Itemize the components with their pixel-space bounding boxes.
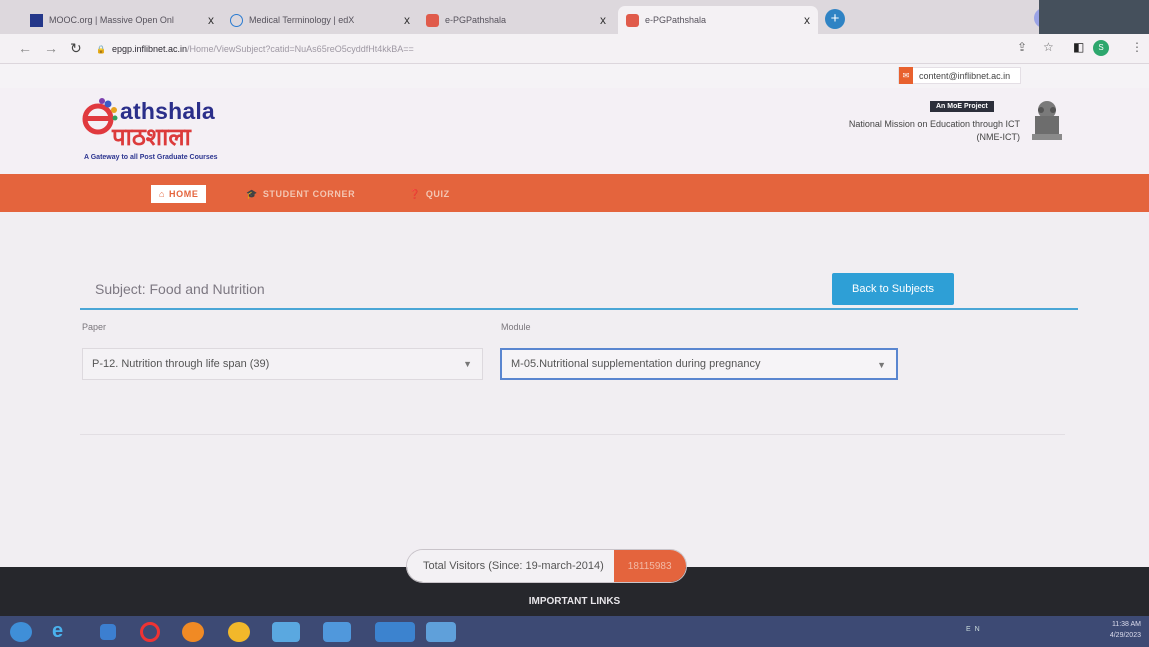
chrome-active-icon[interactable] <box>375 622 415 642</box>
epgpathshala-logo[interactable]: athshala पाठशाला A Gateway to all Post G… <box>82 94 282 174</box>
back-to-subjects-button[interactable]: Back to Subjects <box>832 273 954 305</box>
tab-epgp-1[interactable]: e-PGPathshala x <box>418 6 614 34</box>
star-icon[interactable]: ☆ <box>1043 40 1054 54</box>
close-tab-icon[interactable]: x <box>208 13 214 27</box>
lock-icon: 🔒 <box>96 44 106 54</box>
app-icon[interactable] <box>272 622 300 642</box>
forward-arrow-icon[interactable]: → <box>44 40 58 56</box>
nav-student-corner-label: STUDENT CORNER <box>262 189 356 199</box>
close-tab-icon[interactable]: x <box>600 13 606 27</box>
windows-explorer-icon[interactable] <box>100 624 116 640</box>
tab-title: e-PGPathshala <box>445 15 507 25</box>
visitor-counter: Total Visitors (Since: 19-march-2014) 18… <box>406 549 687 583</box>
epgp-favicon-icon <box>426 13 439 27</box>
browser-toolbar: ← → ↻ 🔒 epgp.inflibnet.ac.in /Home/ViewS… <box>0 34 1149 64</box>
tab-edx[interactable]: Medical Terminology | edX x <box>222 6 418 34</box>
sidebar-icon[interactable]: ◧ <box>1073 40 1084 54</box>
url-path: /Home/ViewSubject?catid=NuAs65reO5cyddfH… <box>187 44 414 54</box>
opera-icon[interactable] <box>140 622 160 642</box>
tab-mooc[interactable]: MOOC.org | Massive Open Onl x <box>22 6 222 34</box>
browser-tab-strip: MOOC.org | Massive Open Onl x Medical Te… <box>0 0 1149 34</box>
module-label: Module <box>501 322 531 332</box>
tab-title: e-PGPathshala <box>645 15 707 25</box>
file-manager-icon[interactable] <box>323 622 351 642</box>
logo-tagline: A Gateway to all Post Graduate Courses <box>84 154 218 161</box>
profile-avatar[interactable]: S <box>1093 40 1109 56</box>
main-navigation: ⌂ HOME 🎓 STUDENT CORNER ❓ QUIZ <box>0 174 1149 212</box>
internet-explorer-icon[interactable]: e <box>52 621 74 642</box>
nav-student-corner[interactable]: 🎓 STUDENT CORNER <box>246 185 355 203</box>
share-icon[interactable]: ⇪ <box>1017 40 1027 54</box>
firefox-icon[interactable] <box>182 622 204 642</box>
url-host: epgp.inflibnet.ac.in <box>111 44 188 54</box>
site-topbar: ✉ content@inflibnet.ac.in <box>0 64 1149 88</box>
nav-quiz[interactable]: ❓ QUIZ <box>409 185 450 203</box>
question-icon: ❓ <box>409 188 421 199</box>
content-divider <box>80 434 1065 435</box>
contact-email: content@inflibnet.ac.in <box>919 70 1011 81</box>
address-bar[interactable]: 🔒 epgp.inflibnet.ac.in /Home/ViewSubject… <box>96 39 976 59</box>
back-arrow-icon[interactable]: ← <box>18 40 32 56</box>
close-tab-icon[interactable]: x <box>404 13 410 27</box>
logo-hindi-text: पाठशाला <box>112 124 191 151</box>
tab-epgp-active[interactable]: e-PGPathshala x <box>618 6 818 34</box>
contact-email-link[interactable]: ✉ content@inflibnet.ac.in <box>898 67 1022 84</box>
paper-label: Paper <box>82 322 107 332</box>
paper-select[interactable]: P-12. Nutrition through life span (39) ▼ <box>82 348 483 380</box>
national-emblem-icon <box>1032 101 1062 140</box>
important-links-heading: IMPORTANT LINKS <box>528 596 621 607</box>
module-select[interactable]: M-05.Nutritional supplementation during … <box>500 348 898 380</box>
chevron-down-icon: ▼ <box>463 359 472 369</box>
graduation-cap-icon: 🎓 <box>246 188 258 199</box>
tray-lang[interactable]: EN <box>966 626 984 633</box>
site-header: athshala पाठशाला A Gateway to all Post G… <box>0 88 1149 174</box>
clock-time: 11:38 AM <box>1111 621 1141 628</box>
tab-title: MOOC.org | Massive Open Onl <box>49 15 174 25</box>
nme-line-1: National Mission on Education through IC… <box>848 119 1020 129</box>
visitors-count: 18115983 <box>613 550 686 582</box>
paper-select-value: P-12. Nutrition through life span (39) <box>92 358 270 370</box>
menu-dots-icon[interactable]: ⋮ <box>1131 40 1143 54</box>
subject-title: Subject: Food and Nutrition <box>95 281 265 297</box>
nav-home-label: HOME <box>169 189 199 199</box>
system-clock[interactable]: 11:38 AM 4/29/2023 <box>1110 619 1141 641</box>
nav-home[interactable]: ⌂ HOME <box>151 185 207 203</box>
chrome-icon[interactable] <box>228 622 250 642</box>
home-icon: ⌂ <box>159 189 166 199</box>
app-icon[interactable] <box>426 622 456 642</box>
window-controls[interactable] <box>1039 0 1149 34</box>
subject-header: Subject: Food and Nutrition Back to Subj… <box>80 268 1078 310</box>
nav-quiz-label: QUIZ <box>425 189 450 199</box>
windows-taskbar: e EN 11:38 AM 4/29/2023 <box>0 616 1149 647</box>
chevron-down-icon: ▼ <box>877 360 886 370</box>
module-select-value: M-05.Nutritional supplementation during … <box>511 358 761 370</box>
windows-start-icon[interactable] <box>10 622 32 642</box>
mooc-favicon-icon <box>30 13 43 27</box>
nme-line-2: (NME-ICT) <box>976 132 1021 142</box>
moe-project-badge: An MoE Project <box>930 101 994 112</box>
epgp-favicon-icon <box>626 13 639 27</box>
tab-title: Medical Terminology | edX <box>249 15 355 25</box>
new-tab-button[interactable]: + <box>825 9 845 29</box>
visitors-label: Total Visitors (Since: 19-march-2014) <box>407 550 614 582</box>
close-tab-icon[interactable]: x <box>804 13 810 27</box>
nme-ict-text: National Mission on Education through IC… <box>790 118 1020 144</box>
mail-icon: ✉ <box>899 67 913 84</box>
clock-date: 4/29/2023 <box>1109 632 1141 639</box>
edx-favicon-icon <box>230 13 243 27</box>
reload-icon[interactable]: ↻ <box>70 40 82 57</box>
